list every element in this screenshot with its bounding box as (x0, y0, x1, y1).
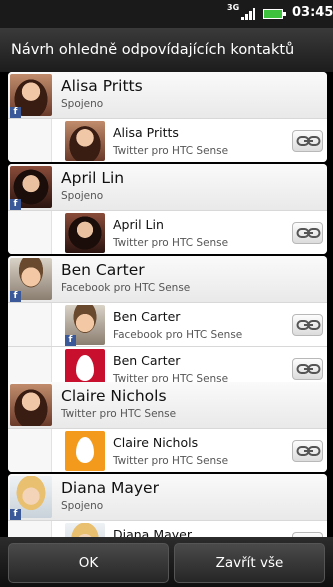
contact-status: Spojeno (61, 500, 104, 512)
contact-status: Spojeno (61, 190, 104, 202)
indent-gutter (8, 521, 52, 537)
contact-group: Claire Nichols Twitter pro HTC Sense Cla… (8, 382, 327, 472)
suggested-contact-name: April Lin (113, 217, 164, 232)
contact-row[interactable]: f Diana Mayer Spojeno (8, 474, 327, 520)
link-button[interactable] (292, 440, 323, 462)
suggested-contact-name: Claire Nichols (113, 435, 199, 450)
contact-row[interactable]: f Alisa Pritts Spojeno (8, 72, 327, 118)
dialog-button-bar: OK Zavřít vše (0, 537, 333, 587)
suggested-contact-row[interactable]: April Lin Twitter pro HTC Sense (8, 210, 327, 254)
contact-group: f Diana Mayer Spojeno Diana Mayer (8, 474, 327, 537)
battery-icon (263, 9, 286, 19)
signal-icon (241, 8, 255, 20)
suggested-contact-name: Ben Carter (113, 309, 181, 324)
ok-button[interactable]: OK (8, 543, 169, 583)
link-chain-icon (296, 320, 321, 330)
contact-name: Diana Mayer (61, 479, 159, 497)
contact-row[interactable]: f Ben Carter Facebook pro HTC Sense (8, 256, 327, 302)
close-all-button[interactable]: Zavřít vše (174, 543, 325, 583)
link-chain-icon (296, 364, 321, 374)
indent-gutter (8, 119, 52, 162)
indent-gutter (8, 211, 52, 254)
suggested-contact-photo (65, 431, 105, 471)
contact-status: Facebook pro HTC Sense (61, 282, 191, 294)
link-button[interactable] (292, 222, 323, 244)
suggested-contact-source: Facebook pro HTC Sense (113, 329, 243, 341)
suggested-contact-name: Alisa Pritts (113, 125, 179, 140)
contact-group: f Alisa Pritts Spojeno Alisa Pritts Twit… (8, 72, 327, 162)
facebook-icon: f (10, 107, 21, 118)
dialog-title: Návrh ohledně odpovídajících kontaktů (0, 28, 333, 72)
link-button[interactable] (292, 314, 323, 336)
suggested-contact-photo (65, 523, 105, 537)
suggested-contact-row[interactable]: f Ben Carter Facebook pro HTC Sense (8, 302, 327, 347)
egg-avatar-icon (76, 355, 94, 381)
indent-gutter (8, 303, 52, 347)
clock: 03:45 (292, 5, 333, 20)
facebook-icon: f (10, 509, 21, 520)
facebook-icon: f (10, 199, 21, 210)
contact-group: f Ben Carter Facebook pro HTC Sense f Be… (8, 256, 327, 390)
contact-status: Twitter pro HTC Sense (61, 408, 177, 420)
contact-status: Spojeno (61, 98, 104, 110)
suggested-contact-source: Twitter pro HTC Sense (113, 145, 229, 157)
link-button[interactable] (292, 130, 323, 152)
egg-avatar-icon (76, 437, 94, 463)
suggested-contact-row[interactable]: Diana Mayer (8, 520, 327, 537)
contact-name: April Lin (61, 169, 125, 187)
contact-name: Ben Carter (61, 261, 145, 279)
link-button[interactable] (292, 358, 323, 380)
suggested-contact-name: Diana Mayer (113, 527, 192, 537)
contact-group: f April Lin Spojeno April Lin Twitter pr… (8, 164, 327, 254)
suggested-contact-source: Twitter pro HTC Sense (113, 455, 229, 467)
link-chain-icon (296, 136, 321, 146)
screen: 3G 03:45 Návrh ohledně odpovídajících ko… (0, 0, 333, 587)
suggested-contact-row[interactable]: Alisa Pritts Twitter pro HTC Sense (8, 118, 327, 162)
contact-row[interactable]: f April Lin Spojeno (8, 164, 327, 210)
indent-gutter (8, 429, 52, 472)
facebook-icon: f (10, 291, 21, 302)
network-type: 3G (227, 3, 240, 12)
suggested-contact-source: Twitter pro HTC Sense (113, 237, 229, 249)
contact-name: Alisa Pritts (61, 77, 143, 95)
suggested-contact-photo (65, 121, 105, 161)
link-chain-icon (296, 228, 321, 238)
contact-row[interactable]: Claire Nichols Twitter pro HTC Sense (8, 382, 327, 428)
suggested-contact-photo (65, 213, 105, 253)
facebook-icon: f (65, 335, 76, 346)
contact-name: Claire Nichols (61, 387, 167, 405)
link-chain-icon (296, 446, 321, 456)
contact-photo (10, 384, 52, 426)
status-bar: 3G 03:45 (0, 0, 333, 28)
contact-suggestion-list[interactable]: f Alisa Pritts Spojeno Alisa Pritts Twit… (8, 72, 327, 537)
suggested-contact-row[interactable]: Claire Nichols Twitter pro HTC Sense (8, 428, 327, 472)
suggested-contact-name: Ben Carter (113, 353, 181, 368)
